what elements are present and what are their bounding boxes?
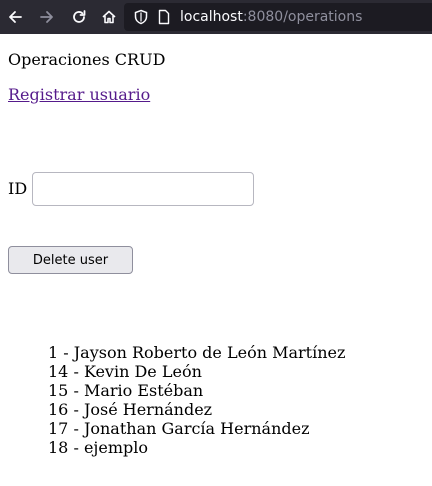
back-button[interactable]	[2, 4, 28, 30]
forward-button[interactable]	[34, 4, 60, 30]
reload-icon	[73, 10, 86, 23]
url-host: localhost	[180, 9, 243, 25]
list-item: 15 - Mario Estéban	[48, 381, 204, 400]
forward-arrow-icon	[40, 11, 53, 23]
url-text: localhost:8080/operations	[180, 9, 362, 25]
home-button[interactable]	[96, 4, 122, 30]
reload-button[interactable]	[66, 4, 92, 30]
home-icon	[102, 10, 116, 24]
list-item: 14 - Kevin De León	[48, 362, 202, 381]
list-item: 1 - Jayson Roberto de León Martínez	[48, 343, 346, 362]
browser-toolbar: localhost:8080/operations	[0, 0, 432, 34]
url-path: :8080/operations	[242, 9, 363, 25]
list-item: 16 - José Hernández	[48, 400, 213, 419]
shield-icon[interactable]	[134, 9, 148, 25]
page-content: Operaciones CRUD Registrar usuario ID De…	[0, 34, 432, 486]
back-arrow-icon	[9, 11, 22, 23]
page-icon[interactable]	[157, 9, 171, 25]
register-user-link[interactable]: Registrar usuario	[8, 85, 150, 104]
url-bar[interactable]: localhost:8080/operations	[124, 3, 432, 31]
user-list: 1 - Jayson Roberto de León Martínez 14 -…	[48, 343, 345, 457]
delete-user-button[interactable]: Delete user	[8, 246, 133, 274]
page-title: Operaciones CRUD	[8, 50, 166, 69]
list-item: 18 - ejemplo	[48, 438, 148, 457]
list-item: 17 - Jonathan García Hernández	[48, 419, 310, 438]
id-label: ID	[8, 179, 28, 198]
id-input[interactable]	[32, 172, 254, 206]
